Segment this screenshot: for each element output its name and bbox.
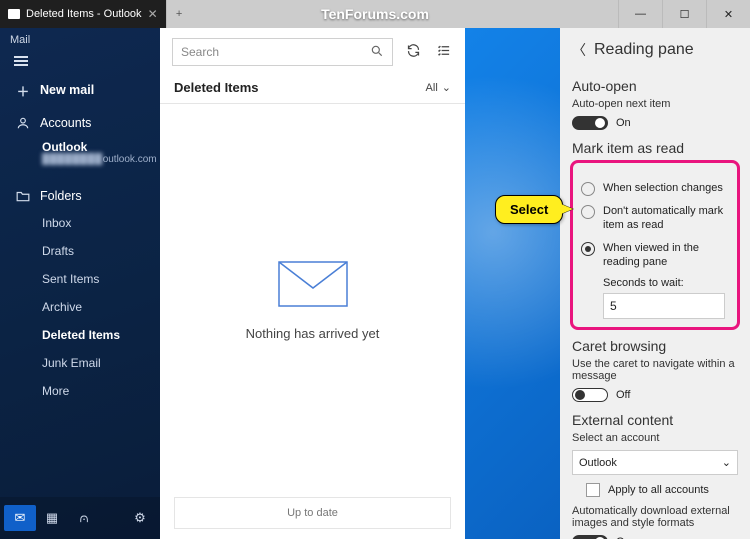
auto-download-toggle[interactable]: On [572, 535, 738, 539]
list-header: Deleted Items All ⌄ [160, 72, 465, 104]
window-minimize-button[interactable]: — [618, 0, 662, 28]
person-icon [16, 116, 30, 130]
filter-dropdown[interactable]: All ⌄ [426, 81, 451, 94]
select-callout: Select [495, 195, 563, 224]
sidebar: Mail ＋ New mail Accounts Outlook ███████… [0, 28, 160, 539]
tab-close-icon[interactable]: ✕ [148, 7, 158, 21]
sync-status: Up to date [174, 497, 451, 529]
callout-text: Select [495, 195, 563, 224]
envelope-icon [277, 260, 349, 308]
external-content-heading: External content [572, 412, 738, 428]
folders-header[interactable]: Folders [0, 179, 160, 209]
mail-app: Mail ＋ New mail Accounts Outlook ███████… [0, 28, 465, 539]
search-input[interactable]: Search [172, 38, 393, 66]
empty-text: Nothing has arrived yet [246, 326, 380, 341]
caret-browsing-subtext: Use the caret to navigate within a messa… [572, 358, 738, 382]
radio-dot-icon [581, 205, 595, 219]
search-placeholder: Search [181, 45, 219, 59]
message-list-pane: Search Deleted Items All ⌄ [160, 28, 465, 539]
folder-deleted[interactable]: Deleted Items [0, 321, 160, 349]
radio-when-viewed[interactable]: When viewed in the reading pane [581, 241, 729, 270]
radio-when-selection-changes[interactable]: When selection changes [581, 181, 729, 196]
sidebar-bottombar: ✉ ▦ ⩀ ⚙ [0, 497, 160, 539]
caret-browsing-heading: Caret browsing [572, 338, 738, 354]
folder-archive[interactable]: Archive [0, 293, 160, 321]
panel-title-text: Reading pane [594, 41, 694, 59]
sync-button[interactable] [403, 43, 423, 61]
people-nav-icon[interactable]: ⩀ [68, 510, 100, 526]
desktop-background [465, 28, 560, 539]
folder-drafts[interactable]: Drafts [0, 237, 160, 265]
list-title: Deleted Items [174, 80, 259, 95]
new-mail-button[interactable]: ＋ New mail [0, 74, 160, 106]
panel-header: 〈 Reading pane [572, 28, 738, 70]
select-account-label: Select an account [572, 432, 738, 444]
new-mail-label: New mail [40, 83, 94, 97]
auto-open-heading: Auto-open [572, 78, 738, 94]
tab-title: Deleted Items - Outlook [26, 8, 142, 20]
plus-icon: ＋ [16, 83, 30, 97]
folder-sent[interactable]: Sent Items [0, 265, 160, 293]
checkbox-icon [586, 483, 600, 497]
radio-dot-icon [581, 182, 595, 196]
folder-inbox[interactable]: Inbox [0, 209, 160, 237]
auto-open-toggle[interactable]: On [572, 116, 738, 130]
hamburger-menu-button[interactable] [0, 48, 160, 74]
mail-favicon-icon [8, 9, 20, 19]
folder-more[interactable]: More [0, 377, 160, 405]
seconds-to-wait-input[interactable]: 5 [603, 293, 725, 319]
mail-nav-icon[interactable]: ✉ [4, 505, 36, 531]
apply-all-checkbox[interactable]: Apply to all accounts [586, 483, 738, 497]
auto-download-label: Automatically download external images a… [572, 505, 738, 529]
mark-read-heading: Mark item as read [572, 140, 738, 156]
chevron-down-icon: ⌄ [722, 456, 731, 469]
app-label: Mail [0, 28, 160, 48]
search-icon [370, 44, 384, 61]
chevron-down-icon: ⌄ [442, 81, 451, 94]
new-tab-button[interactable]: + [166, 0, 192, 28]
select-mode-button[interactable] [433, 43, 453, 61]
browser-tab[interactable]: Deleted Items - Outlook ✕ [0, 0, 166, 28]
calendar-nav-icon[interactable]: ▦ [36, 510, 68, 526]
empty-state: Nothing has arrived yet [160, 104, 465, 497]
list-toolbar: Search [160, 28, 465, 72]
seconds-to-wait-label: Seconds to wait: [603, 277, 729, 289]
account-item[interactable]: Outlook ████████outlook.com [0, 136, 160, 179]
settings-panel: 〈 Reading pane Auto-open Auto-open next … [560, 28, 750, 539]
mark-read-group-highlighted: When selection changes Don't automatical… [570, 160, 740, 330]
window-titlebar: Deleted Items - Outlook ✕ + — ☐ ✕ [0, 0, 750, 28]
settings-nav-icon[interactable]: ⚙ [124, 510, 156, 526]
folder-icon [16, 189, 30, 203]
window-maximize-button[interactable]: ☐ [662, 0, 706, 28]
window-controls: — ☐ ✕ [618, 0, 750, 28]
account-select[interactable]: Outlook ⌄ [572, 450, 738, 475]
accounts-header[interactable]: Accounts [0, 106, 160, 136]
window-close-button[interactable]: ✕ [706, 0, 750, 28]
back-button[interactable]: 〈 [572, 40, 586, 60]
account-email: ████████outlook.com [0, 154, 160, 173]
auto-open-subtext: Auto-open next item [572, 98, 738, 110]
radio-dont-auto-mark[interactable]: Don't automatically mark item as read [581, 204, 729, 233]
folder-junk[interactable]: Junk Email [0, 349, 160, 377]
radio-dot-icon [581, 242, 595, 256]
caret-browsing-toggle[interactable]: Off [572, 388, 738, 402]
account-name: Outlook [0, 136, 160, 154]
